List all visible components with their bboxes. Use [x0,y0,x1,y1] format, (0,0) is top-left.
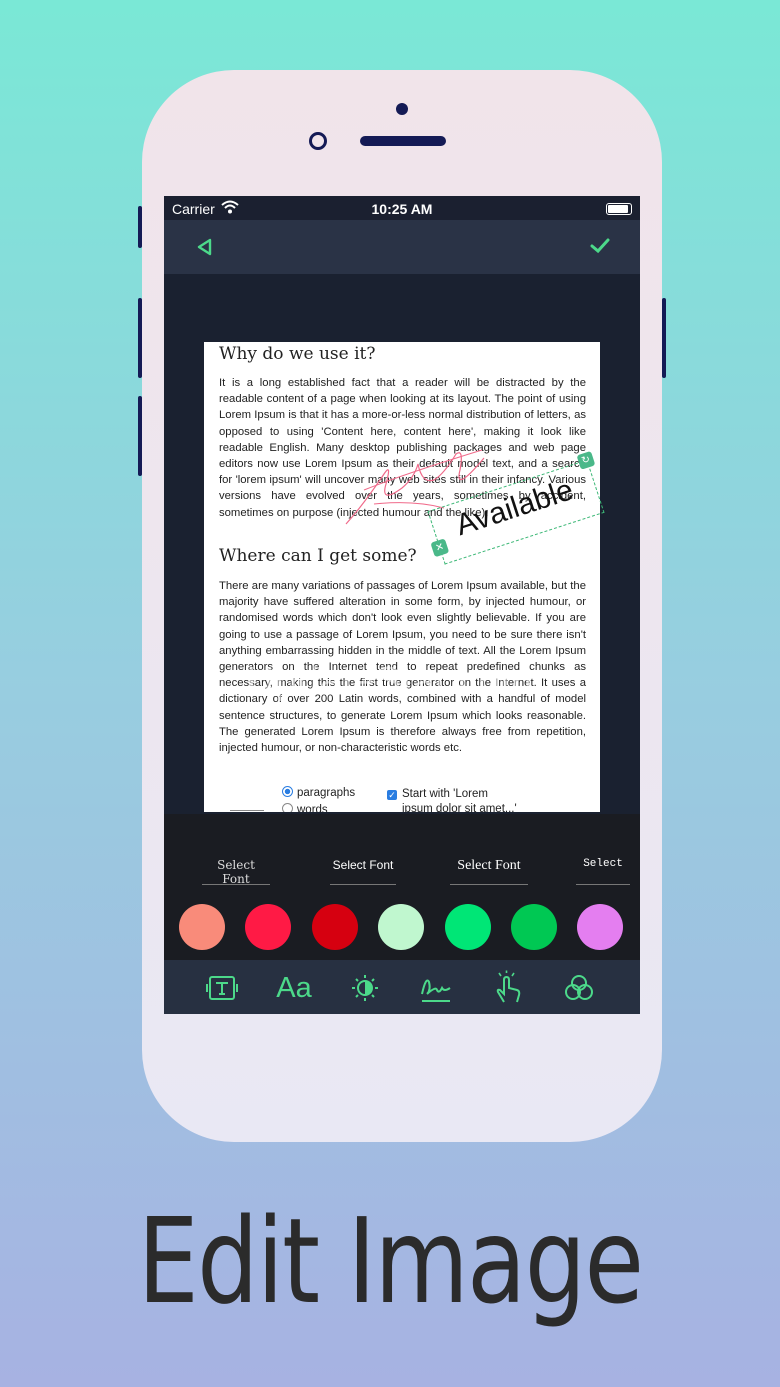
checkbox-start-lorem: ✓ Start with 'Lorem [387,788,488,800]
color-swatch-crimson[interactable] [245,904,291,950]
brightness-icon[interactable] [347,970,383,1006]
volume-down-button [138,396,142,476]
color-swatch-red[interactable] [312,904,358,950]
battery-icon [606,203,632,215]
radio-selected-icon [282,786,293,797]
watermark: UpdateStar.com [246,660,534,702]
font-option-2[interactable]: Select Font [330,858,396,885]
image-canvas[interactable]: Why do we use it? It is a long establish… [164,274,640,814]
touch-icon[interactable] [490,970,526,1006]
signature-icon[interactable] [418,970,454,1006]
back-arrow-icon[interactable] [196,238,214,256]
color-swatch-violet[interactable] [577,904,623,950]
color-swatch-salmon[interactable] [179,904,225,950]
checkbox-label-line2: ipsum dolor sit amet...' [402,803,517,812]
power-button [662,298,666,378]
promo-title: Edit Image [137,1192,644,1330]
radio-words: words [282,803,328,812]
earpiece-speaker [360,136,446,146]
front-camera [309,132,327,150]
front-sensor [396,103,408,115]
checkbox-checked-icon: ✓ [387,790,397,800]
document-image: Why do we use it? It is a long establish… [204,342,600,812]
confirm-check-icon[interactable] [590,238,610,254]
status-bar: Carrier 10:25 AM [164,196,640,220]
color-swatch-green[interactable] [445,904,491,950]
tool-bar: Aa [164,960,640,1014]
font-option-1[interactable]: Select Font [202,858,270,886]
clock: 10:25 AM [371,201,433,217]
color-filter-icon[interactable] [561,970,597,1006]
editor-bottom-panel: Select Font Select Font Select Font Sele… [164,814,640,1014]
radio-words-label: words [297,804,328,812]
checkbox-label: Start with 'Lorem [402,788,488,800]
volume-up-button [138,298,142,378]
radio-paragraphs: paragraphs [282,786,355,799]
editor-top-bar [164,220,640,274]
font-option-4[interactable]: Select [576,858,630,885]
color-swatch-mint[interactable] [378,904,424,950]
radio-paragraphs-label: paragraphs [297,787,356,799]
color-swatch-dark-green[interactable] [511,904,557,950]
app-screen: Carrier 10:25 AM Why do we use it? It is… [164,196,640,1014]
heading-why: Why do we use it? [219,344,376,364]
input-box-edge [230,810,264,811]
font-size-icon[interactable]: Aa [272,970,316,1006]
mute-switch [138,206,142,248]
font-option-3[interactable]: Select Font [450,858,528,885]
radio-empty-icon [282,803,293,812]
text-box-icon[interactable] [204,970,240,1006]
heading-where: Where can I get some? [219,546,417,566]
